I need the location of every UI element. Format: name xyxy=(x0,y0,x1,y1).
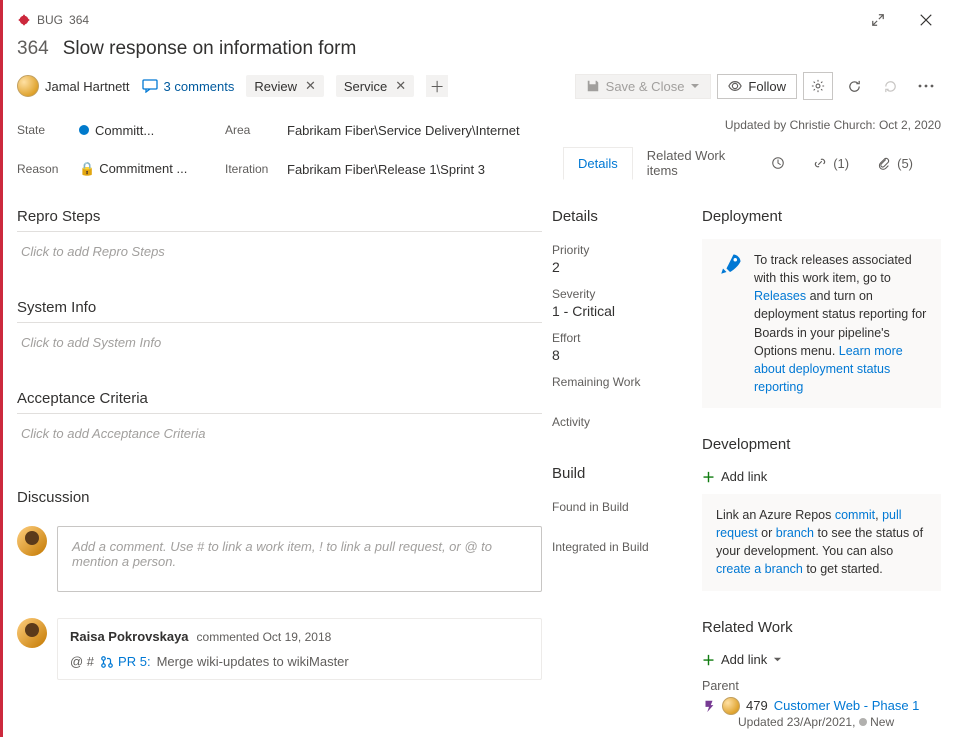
save-close-button: Save & Close xyxy=(575,74,712,99)
page-title: 364 Slow response on information form xyxy=(3,34,955,68)
acceptance-criteria-input[interactable]: Click to add Acceptance Criteria xyxy=(17,414,542,447)
tab-details[interactable]: Details xyxy=(563,147,633,180)
comment-author[interactable]: Raisa Pokrovskaya xyxy=(70,629,189,644)
state-label: State xyxy=(17,123,65,137)
related-add-link[interactable]: ＋ Add link xyxy=(702,642,782,669)
comment-avatar xyxy=(17,618,47,648)
parent-label: Parent xyxy=(702,669,941,693)
plus-icon: ＋ xyxy=(702,467,715,486)
refresh-icon[interactable] xyxy=(839,72,869,100)
breadcrumb-id: 364 xyxy=(69,13,89,27)
integrated-in-build-label: Integrated in Build xyxy=(552,514,692,554)
tag-remove-icon[interactable]: ✕ xyxy=(395,78,406,94)
work-item-id: 364 xyxy=(17,38,49,60)
priority-value[interactable]: 2 xyxy=(552,257,692,275)
reason-label: Reason xyxy=(17,162,65,176)
avatar xyxy=(17,75,39,97)
development-add-link[interactable]: ＋ Add link xyxy=(702,459,767,486)
severity-value[interactable]: 1 - Critical xyxy=(552,301,692,319)
tag-remove-icon[interactable]: ✕ xyxy=(305,78,316,94)
parent-assignee-avatar xyxy=(722,697,740,715)
comments-link[interactable]: 3 comments xyxy=(142,79,235,94)
build-header: Build xyxy=(552,451,692,488)
breadcrumb-type: BUG xyxy=(37,13,63,27)
priority-label: Priority xyxy=(552,231,692,257)
state-dot-icon xyxy=(859,718,867,726)
work-item-title[interactable]: Slow response on information form xyxy=(63,38,357,60)
current-user-avatar xyxy=(17,526,47,556)
rocket-icon xyxy=(716,251,744,279)
lock-icon: 🔒 xyxy=(79,161,95,176)
assignee-picker[interactable]: Jamal Hartnett xyxy=(17,75,130,97)
state-value[interactable]: Committ... xyxy=(79,123,154,138)
remaining-work-label: Remaining Work xyxy=(552,363,692,389)
area-label: Area xyxy=(225,123,273,137)
create-branch-link[interactable]: create a branch xyxy=(716,562,803,576)
plus-icon: ＋ xyxy=(702,650,715,669)
repro-steps-header: Repro Steps xyxy=(17,194,542,232)
tab-history[interactable] xyxy=(757,148,799,178)
development-header: Development xyxy=(702,422,941,459)
tag-service[interactable]: Service ✕ xyxy=(336,75,414,97)
deployment-info-panel: To track releases associated with this w… xyxy=(702,239,941,408)
breadcrumb: BUG 364 xyxy=(17,13,89,27)
tab-links[interactable]: (1) xyxy=(799,148,863,179)
discussion-header: Discussion xyxy=(17,475,542,512)
severity-label: Severity xyxy=(552,275,692,301)
tab-related[interactable]: Related Work items xyxy=(633,140,757,186)
commit-link[interactable]: commit xyxy=(835,508,875,522)
settings-icon[interactable] xyxy=(803,72,833,100)
follow-button[interactable]: Follow xyxy=(717,74,797,99)
pr-link[interactable]: PR 5: xyxy=(100,654,151,669)
undo-icon xyxy=(875,72,905,100)
assignee-name: Jamal Hartnett xyxy=(45,79,130,94)
found-in-build-label: Found in Build xyxy=(552,488,692,514)
discussion-input[interactable]: Add a comment. Use # to link a work item… xyxy=(57,526,542,592)
tab-attachments[interactable]: (5) xyxy=(863,148,927,179)
related-work-header: Related Work xyxy=(702,605,941,642)
tag-review[interactable]: Review ✕ xyxy=(246,75,324,97)
chevron-down-icon xyxy=(773,655,782,664)
area-value[interactable]: Fabrikam Fiber\Service Delivery\Internet xyxy=(287,123,520,138)
comment-item: Raisa Pokrovskaya commented Oct 19, 2018… xyxy=(17,618,542,680)
details-header: Details xyxy=(552,194,692,231)
more-actions-icon[interactable] xyxy=(911,72,941,100)
expand-icon[interactable] xyxy=(863,6,893,34)
parent-subtext: Updated 23/Apr/2021, New xyxy=(702,715,941,729)
releases-link[interactable]: Releases xyxy=(754,289,806,303)
development-info-panel: Link an Azure Repos commit, pull request… xyxy=(702,494,941,591)
effort-label: Effort xyxy=(552,319,692,345)
iteration-label: Iteration xyxy=(225,162,273,176)
iteration-value[interactable]: Fabrikam Fiber\Release 1\Sprint 3 xyxy=(287,162,485,177)
branch-link[interactable]: branch xyxy=(776,526,814,540)
updated-by-text: Updated by Christie Church: Oct 2, 2020 xyxy=(725,114,941,132)
close-icon[interactable] xyxy=(911,6,941,34)
deployment-header: Deployment xyxy=(702,194,941,231)
bug-icon xyxy=(17,13,31,27)
system-info-input[interactable]: Click to add System Info xyxy=(17,323,542,356)
reason-value[interactable]: 🔒Commitment ... xyxy=(79,161,187,177)
acceptance-criteria-header: Acceptance Criteria xyxy=(17,376,542,414)
activity-label: Activity xyxy=(552,389,692,429)
repro-steps-input[interactable]: Click to add Repro Steps xyxy=(17,232,542,265)
add-tag-button[interactable]: ＋ xyxy=(426,75,448,97)
epic-icon xyxy=(702,699,716,713)
system-info-header: System Info xyxy=(17,285,542,323)
parent-work-item[interactable]: 479 Customer Web - Phase 1 xyxy=(702,693,941,715)
effort-value[interactable]: 8 xyxy=(552,345,692,363)
